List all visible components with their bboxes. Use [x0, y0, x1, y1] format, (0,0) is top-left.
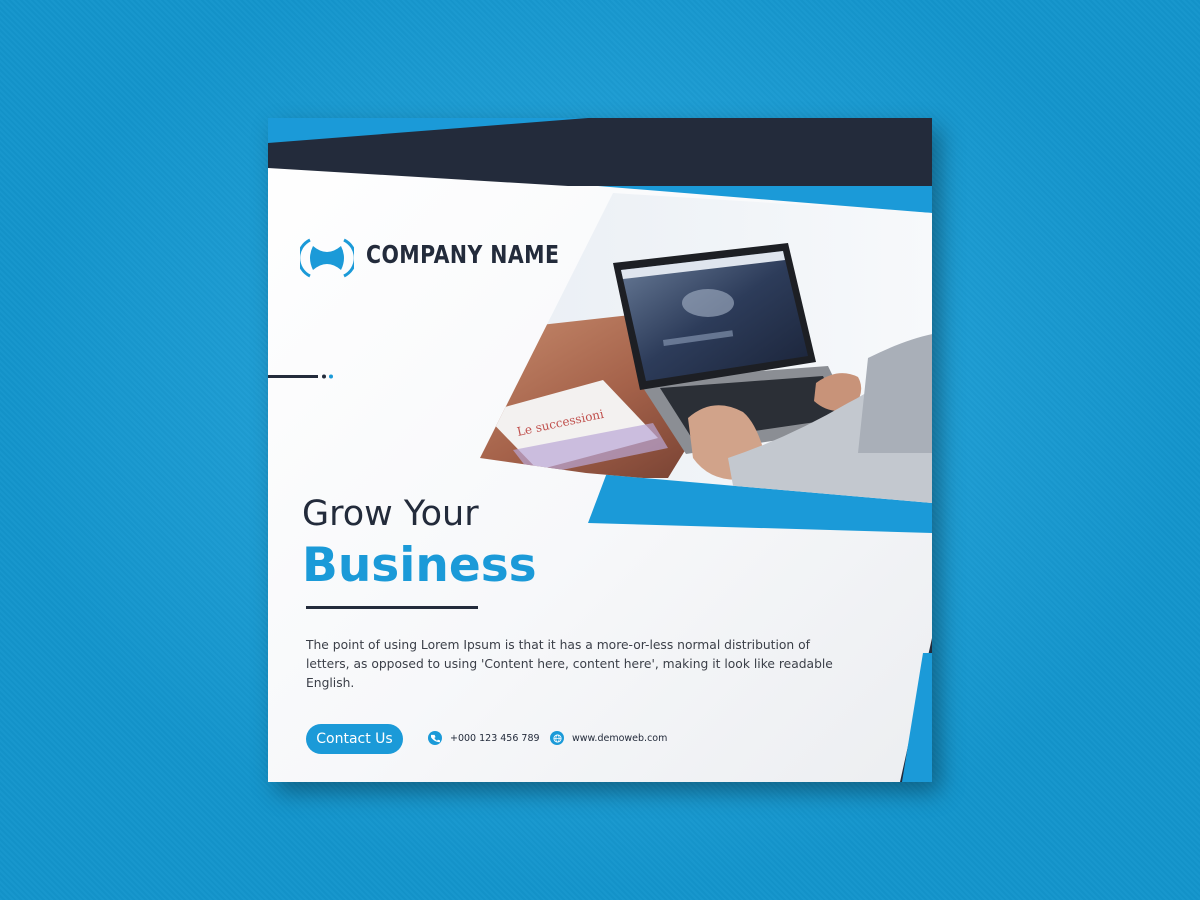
headline-underline: [306, 606, 478, 609]
web-contact: www.demoweb.com: [550, 730, 667, 746]
headline-line2: Business: [302, 538, 537, 593]
dash-decoration: [268, 374, 333, 379]
body-text: The point of using Lorem Ipsum is that i…: [306, 638, 833, 690]
globe-icon: [550, 731, 564, 745]
contact-us-button[interactable]: Contact Us: [306, 724, 403, 754]
phone-icon: [428, 731, 442, 745]
phone-contact: +000 123 456 789: [428, 730, 540, 746]
headline-line1: Grow Your: [302, 494, 479, 534]
company-logo-icon: [300, 238, 354, 278]
flyer-card: Le successioni COMPANY NAME Grow Your Bu…: [268, 118, 932, 782]
website-url[interactable]: www.demoweb.com: [572, 733, 667, 744]
company-name: COMPANY NAME: [366, 240, 560, 269]
phone-number: +000 123 456 789: [450, 732, 540, 744]
